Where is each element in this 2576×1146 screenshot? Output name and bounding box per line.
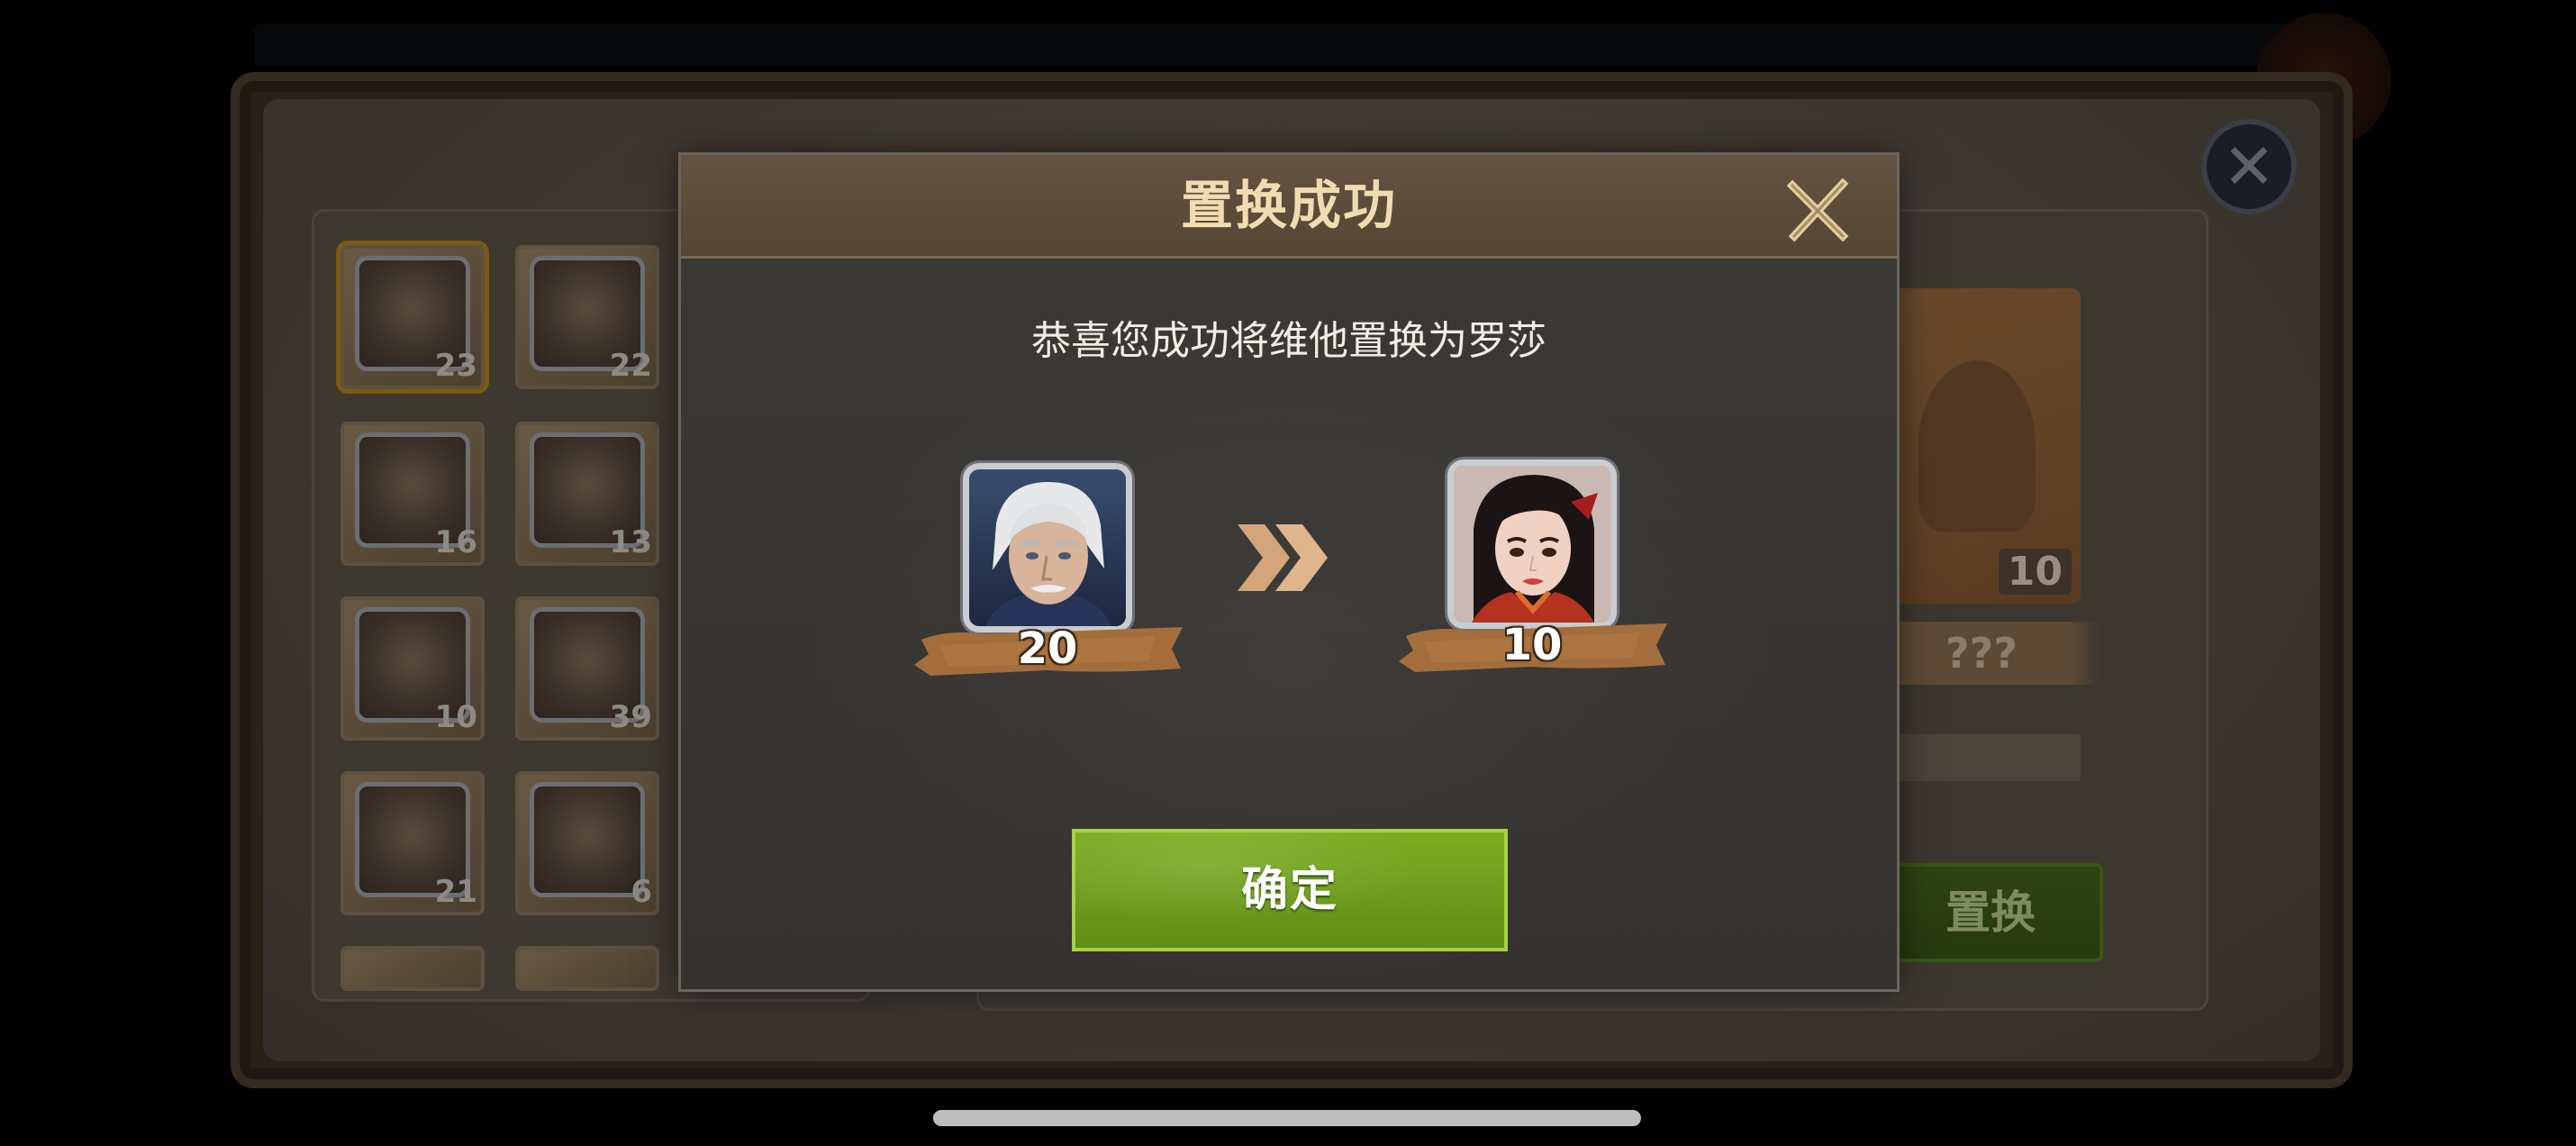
hero-level: 6 bbox=[630, 874, 652, 910]
hero-level: 39 bbox=[609, 699, 652, 735]
roster-portrait[interactable] bbox=[340, 946, 485, 991]
to-hero-portrait bbox=[1447, 459, 1617, 629]
target-level: 10 bbox=[1998, 549, 2072, 595]
close-icon[interactable] bbox=[1785, 177, 1852, 243]
dialog-title: 置换成功 bbox=[1180, 175, 1397, 236]
roster-portrait[interactable]: 13 bbox=[515, 422, 659, 566]
from-hero-level: 20 bbox=[1017, 623, 1078, 674]
hero-level: 22 bbox=[609, 348, 652, 384]
roster-portrait[interactable]: 10 bbox=[340, 596, 485, 741]
success-message: 恭喜您成功将维他置换为罗莎 bbox=[1031, 318, 1547, 364]
target-name: ??? bbox=[1864, 622, 2099, 685]
target-hero-card[interactable]: 10 bbox=[1873, 288, 2081, 604]
roster-portrait[interactable]: 22 bbox=[515, 245, 659, 389]
hero-level: 23 bbox=[434, 348, 477, 384]
success-dialog: 置换成功 恭喜您成功将维他置换为罗莎 20 10 确定 bbox=[681, 155, 1897, 989]
young-woman-portrait-icon bbox=[1454, 466, 1610, 623]
hero-face bbox=[530, 782, 645, 897]
hero-level: 21 bbox=[434, 874, 477, 910]
roster-portrait[interactable]: 39 bbox=[515, 596, 659, 741]
to-hero-level: 10 bbox=[1501, 620, 1563, 670]
roster-portrait[interactable] bbox=[515, 946, 659, 991]
top-bar bbox=[254, 23, 2322, 67]
dialog-header: 置换成功 bbox=[681, 155, 1897, 259]
hero-level: 16 bbox=[434, 524, 477, 560]
home-indicator[interactable] bbox=[933, 1110, 1641, 1126]
to-hero: 10 bbox=[1397, 459, 1667, 694]
from-hero-portrait bbox=[963, 463, 1132, 632]
roster-portrait[interactable]: 16 bbox=[340, 422, 485, 566]
old-man-portrait-icon bbox=[969, 469, 1126, 626]
unknown-hero-silhouette-icon bbox=[1918, 360, 2036, 532]
close-icon[interactable]: ✕ bbox=[2201, 119, 2297, 214]
roster-portrait[interactable]: 23 bbox=[340, 245, 485, 389]
roster-portrait[interactable]: 6 bbox=[515, 771, 659, 915]
hero-level: 13 bbox=[609, 524, 652, 560]
cost-bar bbox=[1882, 734, 2081, 781]
roster-portrait[interactable]: 21 bbox=[340, 771, 485, 915]
hero-level: 10 bbox=[434, 699, 477, 735]
from-hero: 20 bbox=[912, 463, 1183, 697]
double-chevron-right-icon bbox=[1238, 524, 1328, 591]
confirm-button[interactable]: 确定 bbox=[1072, 829, 1508, 951]
